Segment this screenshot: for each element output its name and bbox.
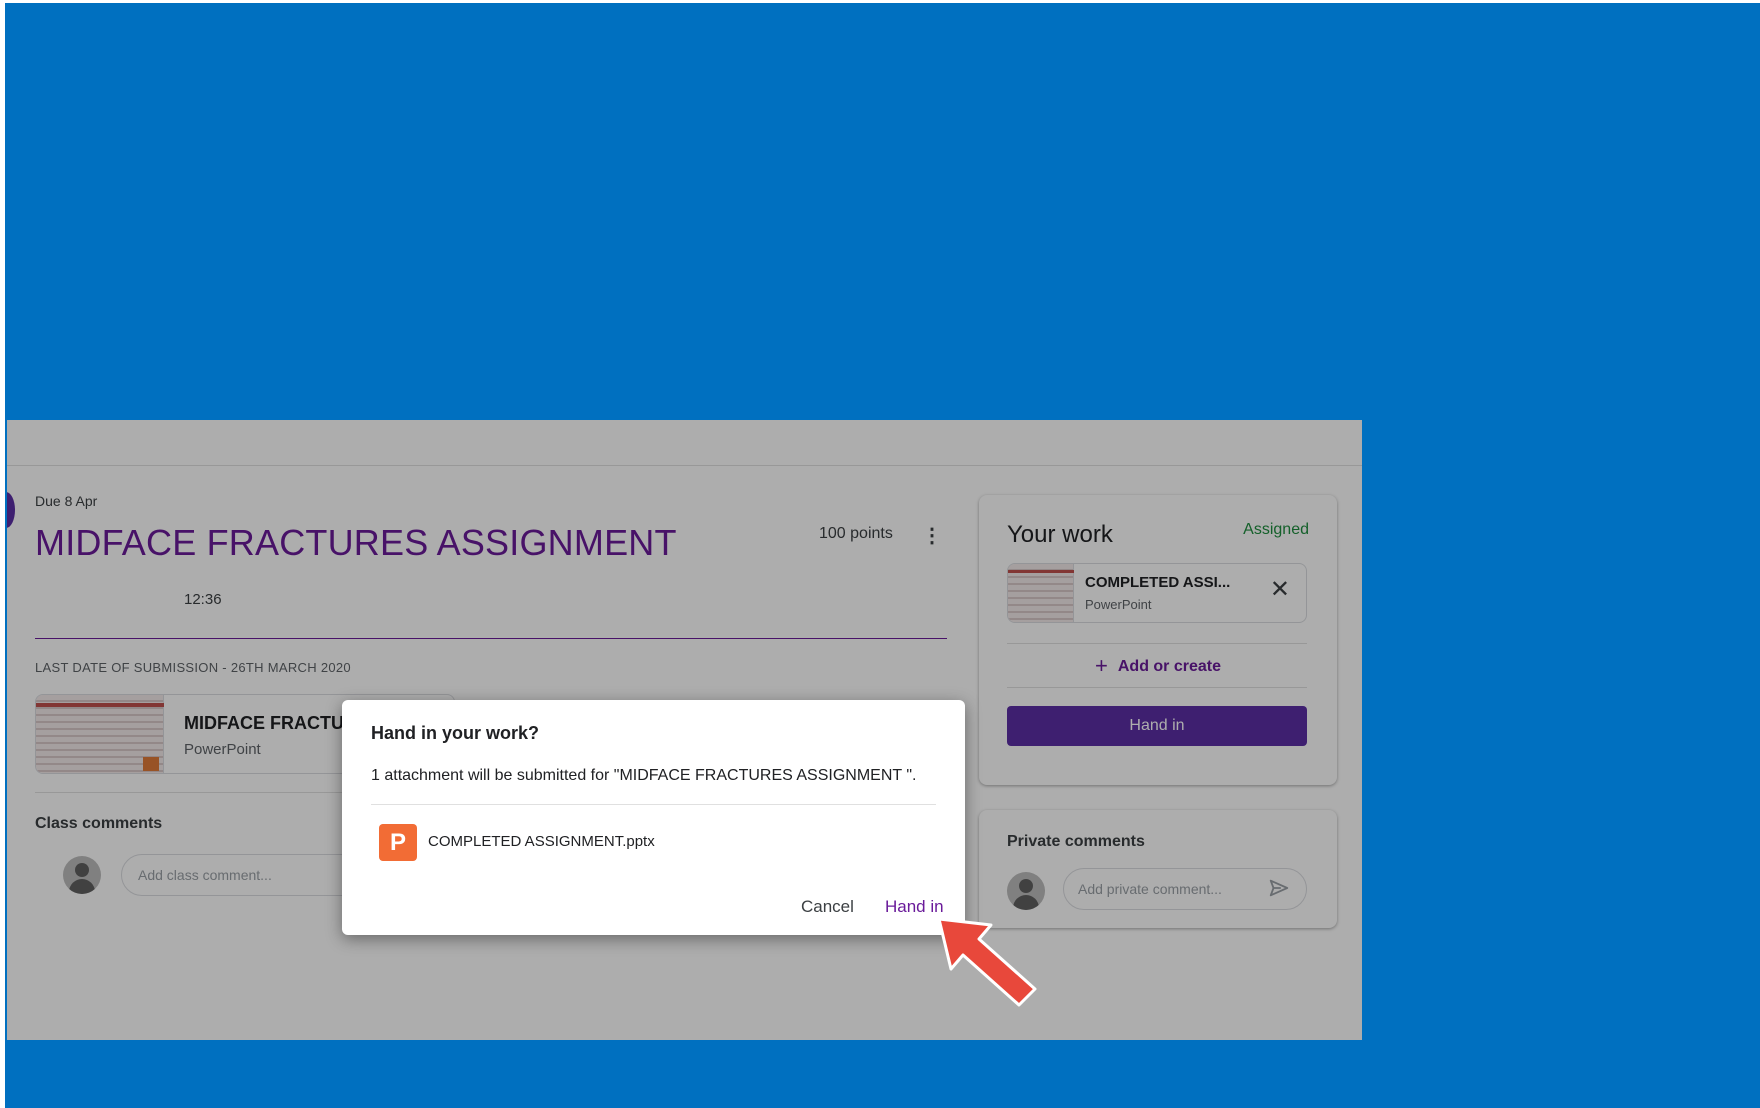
dialog-file-name: COMPLETED ASSIGNMENT.pptx: [428, 833, 655, 850]
dialog-title: Hand in your work?: [371, 723, 540, 743]
hand-in-dialog: Hand in your work? 1 attachment will be …: [342, 700, 965, 935]
red-arrow-icon: [937, 917, 1037, 1007]
dialog-divider: [371, 804, 936, 805]
confirm-hand-in-button[interactable]: Hand in: [885, 897, 944, 917]
powerpoint-icon: P: [379, 824, 417, 861]
dialog-message: 1 attachment will be submitted for "MIDF…: [371, 767, 917, 784]
cancel-button[interactable]: Cancel: [801, 897, 854, 917]
